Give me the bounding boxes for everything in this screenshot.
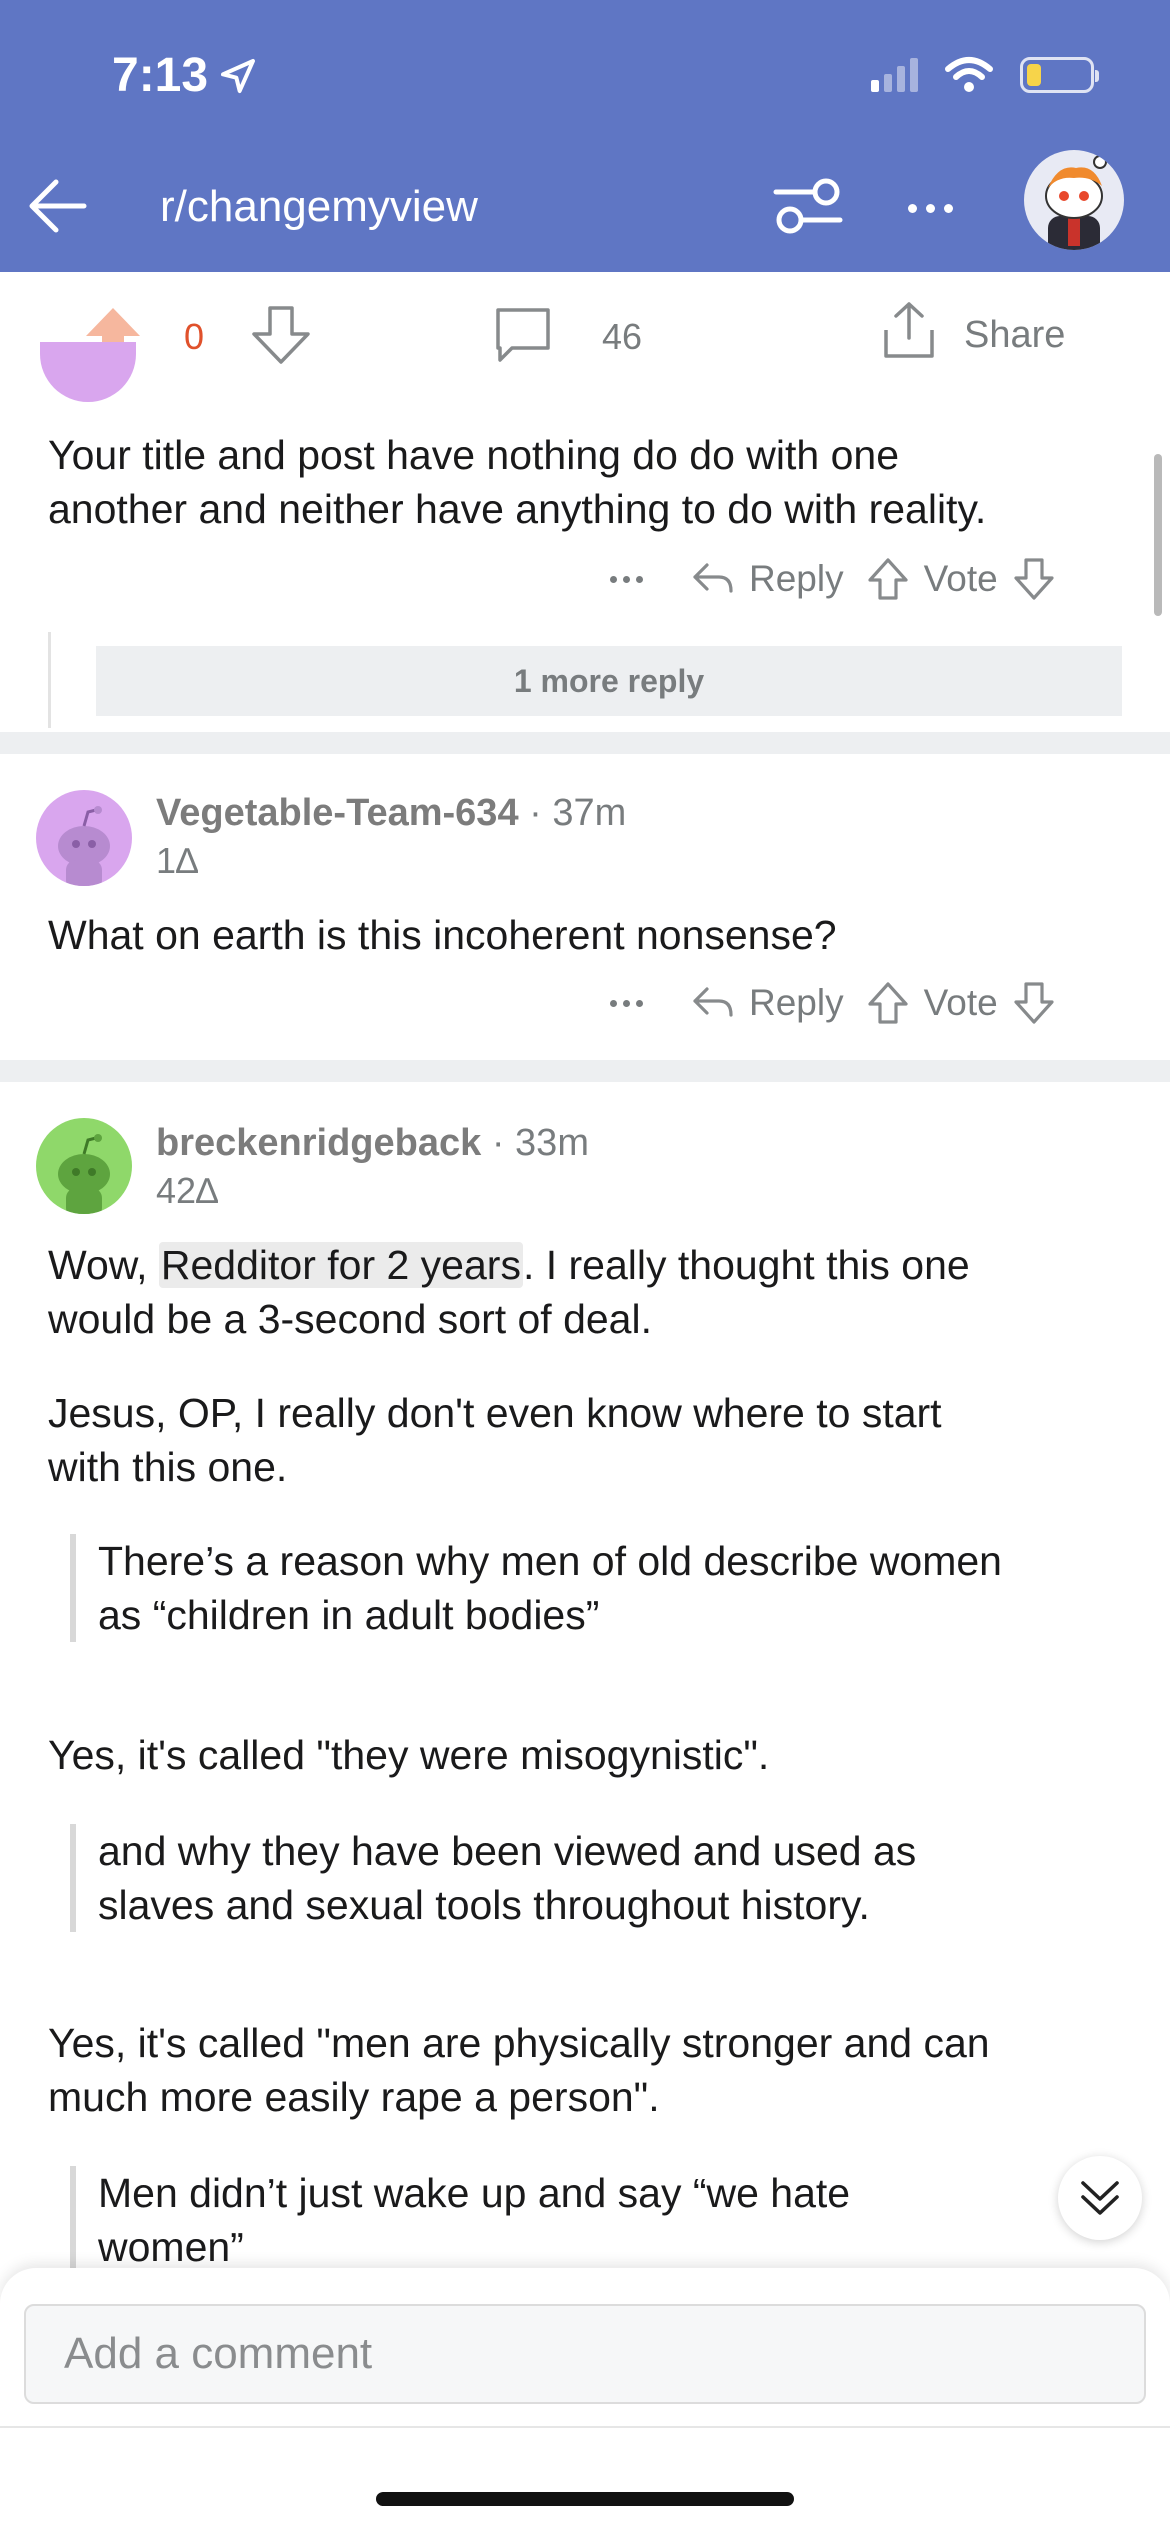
- reply-label: Reply: [749, 558, 844, 599]
- user-avatar[interactable]: [1024, 150, 1124, 250]
- quote-line: slaves and sexual tools throughout histo…: [98, 1882, 870, 1928]
- post-action-bar: 0 46 Share: [0, 272, 1170, 392]
- comment-body: Your title and post have nothing do do w…: [48, 428, 986, 536]
- quote-line: as “children in adult bodies”: [98, 1592, 600, 1638]
- comment-paragraph: Wow, Redditor for 2 years. I really thou…: [48, 1238, 970, 1346]
- comment-body: What on earth is this incoherent nonsens…: [48, 912, 837, 958]
- comment-composer-bar: Add a comment: [0, 2268, 1170, 2532]
- avatar: [36, 1118, 132, 1214]
- comment-line: Yes, it's called "men are physically str…: [48, 2020, 990, 2066]
- blockquote: and why they have been viewed and used a…: [70, 1824, 916, 1932]
- comment-meta: breckenridgeback · 33m: [156, 1122, 589, 1165]
- comment-paragraph: Yes, it's called "they were misogynistic…: [48, 1732, 770, 1778]
- reply-icon: [693, 987, 733, 1017]
- double-chevron-down-icon: [1081, 2181, 1119, 2215]
- snoo-avatar-icon: [58, 1134, 110, 1214]
- comment-meta: Vegetable-Team-634 · 37m: [156, 792, 626, 835]
- quote-line: There’s a reason why men of old describe…: [98, 1538, 1002, 1584]
- comment-actions: Reply Vote: [610, 556, 1078, 602]
- add-comment-input[interactable]: Add a comment: [24, 2304, 1146, 2404]
- downvote-icon[interactable]: [1012, 980, 1056, 1026]
- comment-paragraph: Jesus, OP, I really don't even know wher…: [48, 1386, 942, 1494]
- comment-meta-partial: ...: [160, 376, 190, 396]
- comment-line: Jesus, OP, I really don't even know wher…: [48, 1390, 942, 1436]
- clock: 7:13: [112, 49, 209, 102]
- avatar: [36, 790, 132, 886]
- snoo-avatar-icon: [1045, 155, 1107, 250]
- home-indicator[interactable]: [376, 2492, 794, 2506]
- downvote-icon[interactable]: [248, 302, 314, 368]
- comment-line: much more easily rape a person".: [48, 2074, 660, 2120]
- post-score: 0: [184, 316, 205, 357]
- username[interactable]: breckenridgeback: [156, 1122, 481, 1164]
- divider: [0, 2426, 1170, 2428]
- back-arrow-icon[interactable]: [22, 170, 94, 242]
- reply-label: Reply: [749, 982, 844, 1023]
- reply-button[interactable]: Reply: [691, 982, 844, 1024]
- text-span: . I really thought this one: [522, 1242, 970, 1288]
- comment-line: another and neither have anything to do …: [48, 486, 987, 532]
- meta-dot: ·: [529, 792, 553, 834]
- vote-control[interactable]: Vote: [866, 980, 1056, 1026]
- timestamp: 33m: [515, 1122, 589, 1164]
- status-time: 7:13: [112, 48, 258, 103]
- comment-separator: [0, 732, 1170, 754]
- more-replies-button[interactable]: 1 more reply: [96, 646, 1122, 716]
- reply-button[interactable]: Reply: [691, 558, 844, 600]
- vote-control[interactable]: Vote: [866, 556, 1056, 602]
- downvote-icon[interactable]: [1012, 556, 1056, 602]
- timestamp: 37m: [552, 792, 627, 834]
- share-button[interactable]: Share: [964, 314, 1065, 357]
- filter-icon[interactable]: [770, 172, 846, 240]
- comment-icon[interactable]: [490, 302, 556, 368]
- comment-line: with this one.: [48, 1444, 288, 1490]
- wifi-icon: [945, 57, 993, 92]
- comment-paragraph: Yes, it's called "men are physically str…: [48, 2016, 990, 2124]
- redditor-age-highlight: Redditor for 2 years: [158, 1242, 523, 1288]
- comment-line: Your title and post have nothing do do w…: [48, 432, 900, 478]
- header: 7:13 r/changemyview: [0, 0, 1170, 272]
- vote-label: Vote: [923, 558, 998, 599]
- location-arrow-icon: [221, 58, 256, 93]
- upvote-icon[interactable]: [866, 980, 910, 1026]
- karma-badge: 1∆: [156, 840, 199, 881]
- blockquote: There’s a reason why men of old describe…: [70, 1534, 1002, 1642]
- share-icon[interactable]: [876, 298, 942, 364]
- reply-icon: [693, 563, 733, 593]
- quote-line: and why they have been viewed and used a…: [98, 1828, 917, 1874]
- comment-line: would be a 3-second sort of deal.: [48, 1296, 652, 1342]
- more-icon[interactable]: [610, 575, 643, 583]
- quote-line: women”: [98, 2224, 244, 2270]
- scrollbar-thumb[interactable]: [1154, 454, 1162, 616]
- username[interactable]: Vegetable-Team-634: [156, 792, 519, 834]
- snoo-avatar-icon: [58, 806, 110, 886]
- more-icon[interactable]: [610, 999, 643, 1007]
- thread-line: [48, 632, 51, 728]
- upvote-icon[interactable]: [866, 556, 910, 602]
- jump-to-next-comment-button[interactable]: [1058, 2156, 1142, 2240]
- vote-label: Vote: [923, 982, 998, 1023]
- quote-line: Men didn’t just wake up and say “we hate: [98, 2170, 851, 2216]
- comment-count: 46: [602, 316, 643, 357]
- cellular-signal-icon: [871, 58, 918, 92]
- subreddit-title[interactable]: r/changemyview: [160, 182, 478, 232]
- meta-dot: ·: [491, 1122, 516, 1164]
- comment-separator: [0, 1060, 1170, 1082]
- blockquote: Men didn’t just wake up and say “we hate…: [70, 2166, 850, 2274]
- more-options-icon[interactable]: [898, 176, 962, 240]
- status-icons: [871, 56, 1099, 94]
- text-span: Wow,: [48, 1242, 159, 1288]
- comment-actions: Reply Vote: [610, 980, 1078, 1026]
- karma-badge: 42∆: [156, 1170, 219, 1211]
- battery-icon: [1020, 57, 1099, 93]
- avatar: [40, 342, 136, 402]
- comment-line: Wow, Redditor for 2 years. I really thou…: [48, 1238, 970, 1292]
